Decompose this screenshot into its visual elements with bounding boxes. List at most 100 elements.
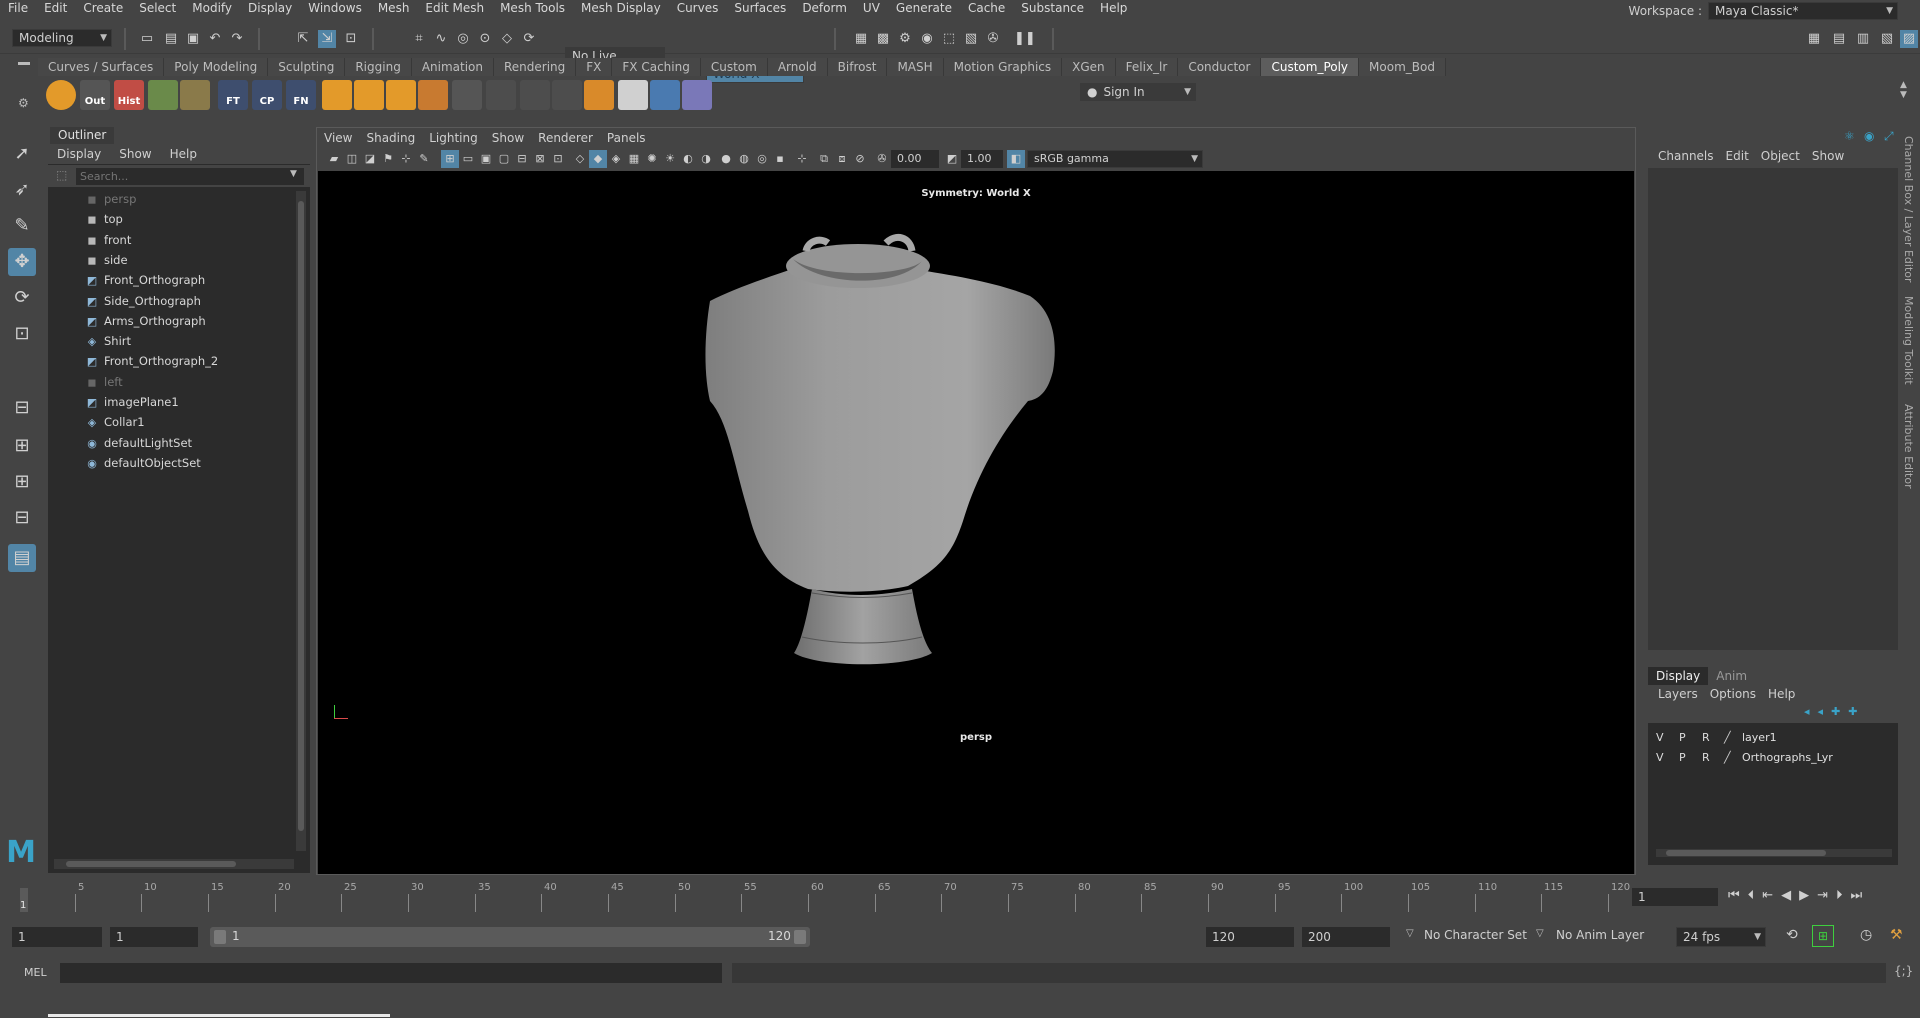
outliner-vertical-scrollbar[interactable]: [296, 191, 306, 851]
viewport-menu-lighting[interactable]: Lighting: [422, 128, 485, 148]
menu-deform[interactable]: Deform: [794, 0, 855, 16]
shelf-tab-motion-graphics[interactable]: Motion Graphics: [943, 58, 1063, 76]
hypershade-icon[interactable]: ◉: [918, 30, 936, 48]
step-forward-key-icon[interactable]: ⇥: [1817, 888, 1828, 903]
menu-select[interactable]: Select: [131, 0, 184, 16]
command-input[interactable]: [60, 963, 722, 983]
modeling-toolkit-icon[interactable]: ▦: [1805, 30, 1823, 48]
bookmark-icon[interactable]: ◪: [361, 150, 379, 168]
attribute-editor-icon[interactable]: ▤: [1830, 30, 1848, 48]
menu-mesh-tools[interactable]: Mesh Tools: [492, 0, 573, 16]
edge-loop-shelf-icon[interactable]: [584, 80, 614, 110]
layer-color-swatch-icon[interactable]: ╱: [1724, 751, 1731, 764]
play-forwards-icon[interactable]: ▶: [1799, 888, 1809, 903]
playback-settings-icon[interactable]: ◷: [1860, 927, 1872, 943]
outliner-item[interactable]: ◩ Front_Orthograph: [84, 270, 205, 290]
shelf-tab-arnold[interactable]: Arnold: [767, 58, 828, 76]
layer-name[interactable]: Orthographs_Lyr: [1742, 751, 1833, 764]
outliner-menu-help[interactable]: Help: [161, 144, 206, 164]
snap-grid-icon[interactable]: ⌗: [410, 30, 428, 48]
menu-uv[interactable]: UV: [855, 0, 888, 16]
viewport-menu-shading[interactable]: Shading: [359, 128, 422, 148]
multicut-shelf-icon[interactable]: [486, 80, 516, 110]
snap-rotate-icon[interactable]: ⟳: [520, 30, 538, 48]
snap-curve-icon[interactable]: ∿: [432, 30, 450, 48]
layer-name[interactable]: layer1: [1742, 731, 1777, 744]
viewport-menu-show[interactable]: Show: [485, 128, 531, 148]
film-gate-icon[interactable]: ▭: [459, 150, 477, 168]
shelf-menu-icon[interactable]: [18, 62, 30, 65]
shelf-options-icon[interactable]: ⚙: [18, 96, 29, 110]
command-language-button[interactable]: MEL: [24, 966, 47, 979]
shelf-tab-curves-surfaces[interactable]: Curves / Surfaces: [38, 58, 165, 76]
shelf-tab-sculpting[interactable]: Sculpting: [268, 58, 346, 76]
shelf-tab-felix-lr[interactable]: Felix_lr: [1115, 58, 1179, 76]
fn-shelf-icon[interactable]: FN: [286, 80, 316, 110]
side-tab-attribute-editor[interactable]: Attribute Editor: [1902, 404, 1915, 489]
outliner-item[interactable]: ◩ Front_Orthograph_2: [84, 351, 218, 371]
shelf-tab-custom-poly[interactable]: Custom_Poly: [1261, 58, 1360, 76]
move-tool-icon[interactable]: ✥: [8, 248, 36, 276]
target-weld-shelf-icon[interactable]: [520, 80, 550, 110]
camera-attributes-icon[interactable]: ◫: [343, 150, 361, 168]
anim-layer-label[interactable]: No Anim Layer: [1556, 928, 1644, 942]
combine-shelf-icon[interactable]: [418, 80, 448, 110]
range-slider-start-handle[interactable]: [214, 930, 226, 944]
playback-end-field[interactable]: 120: [1206, 927, 1294, 947]
wireframe-icon[interactable]: ◇: [571, 150, 589, 168]
bridge-shelf-icon[interactable]: [386, 80, 416, 110]
layer-reference-toggle[interactable]: R: [1702, 731, 1710, 744]
lasso-tool-icon[interactable]: ➶: [8, 176, 36, 204]
color-management-icon[interactable]: ◧: [1007, 150, 1025, 168]
xray-joints-icon[interactable]: ◎: [753, 150, 771, 168]
menu-modify[interactable]: Modify: [184, 0, 240, 16]
menu-substance[interactable]: Substance: [1013, 0, 1092, 16]
range-slider[interactable]: 1 120: [210, 927, 810, 947]
select-hierarchy-icon[interactable]: ⇱: [294, 30, 312, 48]
channel-box-display-icon[interactable]: ◉: [1864, 129, 1874, 143]
shelf-tab-animation[interactable]: Animation: [411, 58, 494, 76]
layer-reference-toggle[interactable]: R: [1702, 751, 1710, 764]
render-region-icon[interactable]: ⬚: [940, 30, 958, 48]
lock-camera-icon[interactable]: ⊘: [851, 150, 869, 168]
menu-curves[interactable]: Curves: [669, 0, 727, 16]
mirror-shelf-icon[interactable]: [618, 80, 648, 110]
frame-selected-icon[interactable]: ⧈: [833, 150, 851, 168]
shelf-tab-conductor[interactable]: Conductor: [1178, 58, 1262, 76]
scrollbar-thumb[interactable]: [1666, 850, 1826, 856]
poly-cube-shelf-icon[interactable]: [46, 80, 76, 110]
2d-pan-zoom-icon[interactable]: ⊹: [397, 150, 415, 168]
side-tab-channel-box[interactable]: Channel Box / Layer Editor: [1902, 136, 1915, 283]
isolate-select-icon[interactable]: ●: [717, 150, 735, 168]
out-shelf-icon[interactable]: Out: [80, 80, 110, 110]
menu-windows[interactable]: Windows: [300, 0, 370, 16]
shelf-tab-bifrost[interactable]: Bifrost: [827, 58, 888, 76]
use-all-lights-icon[interactable]: ✺: [643, 150, 661, 168]
scrollbar-thumb[interactable]: [298, 201, 304, 831]
scale-tool-icon[interactable]: ⊡: [8, 320, 36, 348]
four-view-icon[interactable]: ⊞: [8, 432, 36, 460]
menu-help[interactable]: Help: [1092, 0, 1135, 16]
layer-playback-toggle[interactable]: P: [1679, 731, 1686, 744]
channel-box-icon[interactable]: ▧: [1878, 30, 1896, 48]
channel-box-options-icon[interactable]: ⚛: [1844, 129, 1855, 143]
shelf-tab-mash[interactable]: MASH: [887, 58, 944, 76]
channel-box-layer-icon[interactable]: ⤢: [1884, 129, 1894, 144]
select-camera-icon[interactable]: ▰: [325, 150, 343, 168]
select-component-icon[interactable]: ⊡: [342, 30, 360, 48]
layer-color-swatch-icon[interactable]: ╱: [1724, 731, 1731, 744]
go-to-end-icon[interactable]: ⏭: [1851, 888, 1863, 903]
new-layer-icon[interactable]: ✚: [1831, 705, 1840, 718]
menu-mesh[interactable]: Mesh: [370, 0, 418, 16]
safe-action-icon[interactable]: ⊠: [531, 150, 549, 168]
menu-cache[interactable]: Cache: [960, 0, 1013, 16]
scene-start-field[interactable]: 1: [12, 927, 102, 947]
outliner-search-input[interactable]: [76, 168, 304, 185]
camera-select-icon[interactable]: ⊹: [793, 150, 811, 168]
undo-icon[interactable]: ↶: [206, 30, 224, 48]
layer-row[interactable]: V P R ╱ Orthographs_Lyr: [1648, 749, 1898, 767]
frame-all-icon[interactable]: ⧉: [815, 150, 833, 168]
outliner-item[interactable]: ◉ defaultLightSet: [84, 433, 192, 453]
menuset-dropdown[interactable]: Modeling ▼: [12, 29, 112, 47]
layers-menu[interactable]: Layers: [1652, 685, 1704, 703]
